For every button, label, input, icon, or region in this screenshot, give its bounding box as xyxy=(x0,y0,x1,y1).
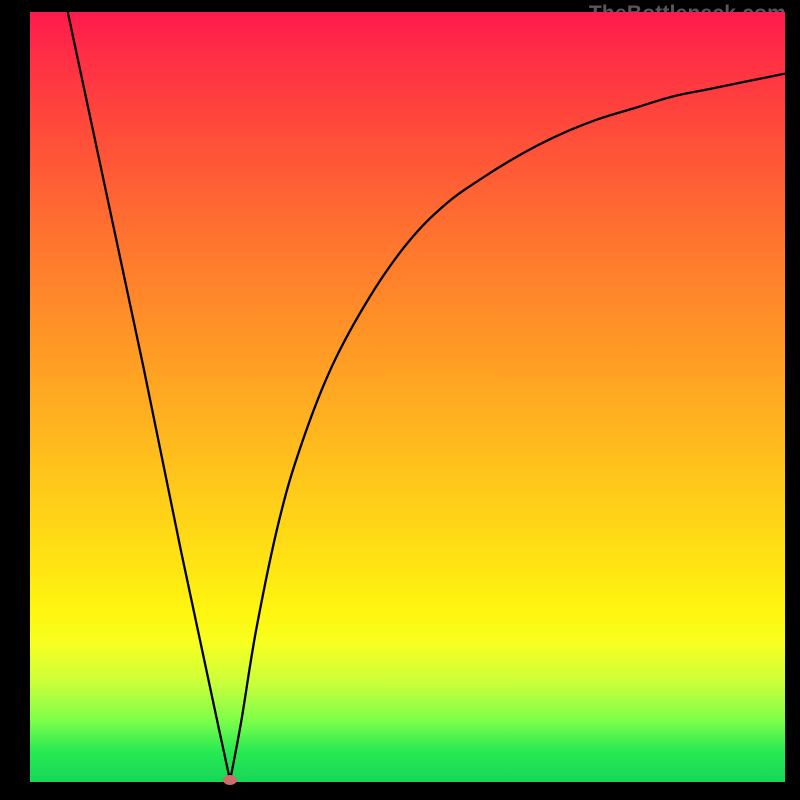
curve-right-branch xyxy=(230,74,785,781)
plot-area xyxy=(30,12,785,782)
chart-container: TheBottleneck.com xyxy=(0,0,800,800)
curve-vertex-marker xyxy=(223,775,237,785)
curve-left-branch xyxy=(68,12,230,780)
bottleneck-curve xyxy=(30,12,785,782)
